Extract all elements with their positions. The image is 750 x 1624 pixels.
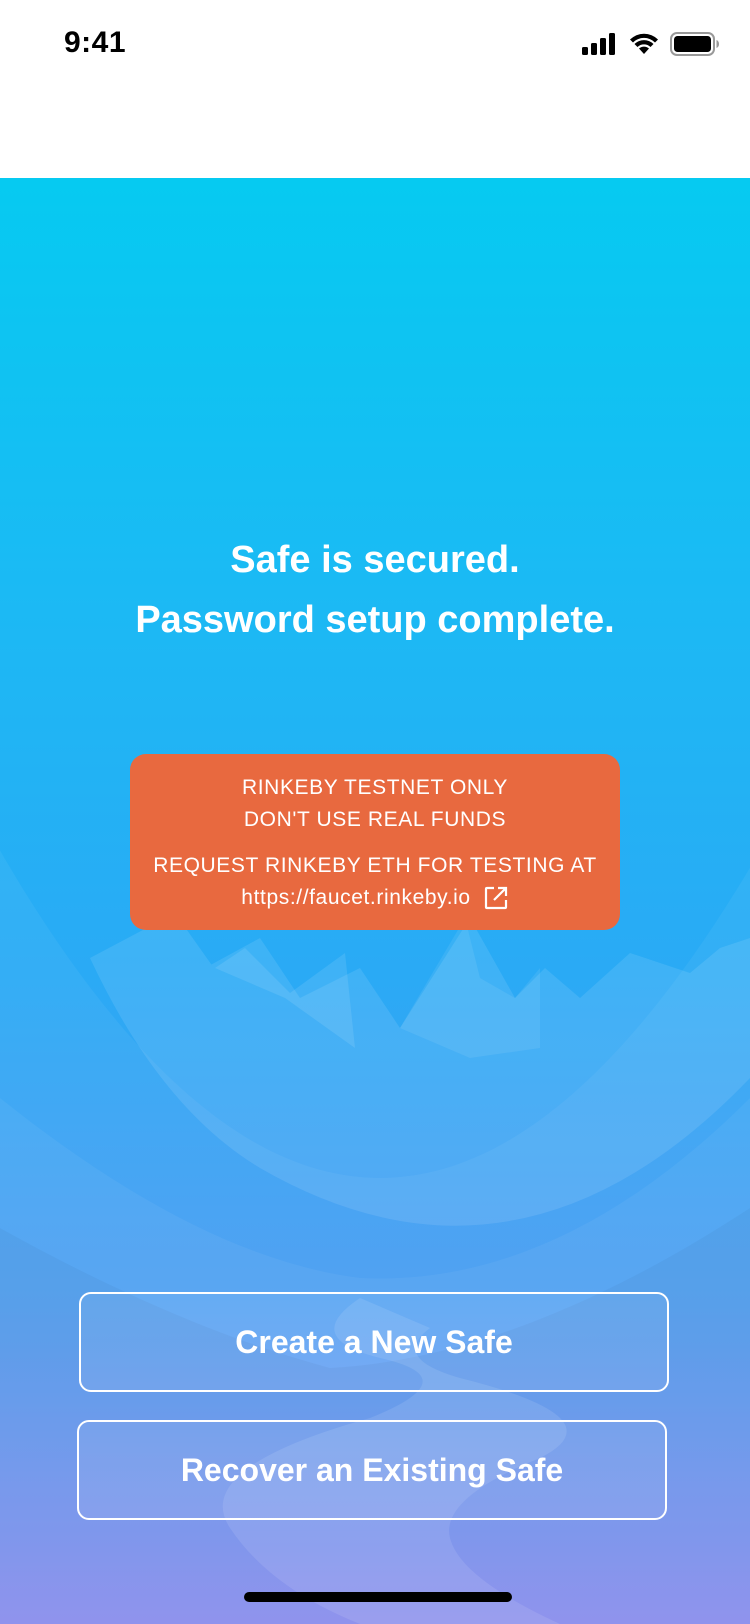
home-indicator[interactable] — [244, 1592, 512, 1602]
screen: 9:41 Safe is secured. Password setup com… — [0, 0, 750, 1624]
headline: Safe is secured. Password setup complete… — [0, 530, 750, 650]
status-time: 9:41 — [64, 26, 127, 59]
headline-line-1: Safe is secured. — [230, 539, 520, 581]
headline-line-2: Password setup complete. — [135, 599, 615, 641]
navigation-bar — [0, 92, 750, 178]
create-new-safe-button[interactable]: Create a New Safe — [79, 1292, 669, 1392]
faucet-link[interactable]: https://faucet.rinkeby.io — [241, 882, 508, 914]
banner-line-1: RINKEBY TESTNET ONLY — [241, 776, 509, 799]
status-icons — [582, 32, 720, 56]
battery-icon — [670, 32, 719, 56]
recover-existing-safe-button[interactable]: Recover an Existing Safe — [77, 1420, 667, 1520]
external-link-icon[interactable] — [483, 885, 509, 911]
faucet-link-text[interactable]: https://faucet.rinkeby.io — [241, 882, 470, 914]
signal-icon — [582, 33, 615, 55]
banner-line-3: REQUEST RINKEBY ETH FOR TESTING AT — [153, 854, 597, 877]
wifi-icon — [630, 33, 658, 54]
banner-line-2: DON'T USE REAL FUNDS — [243, 808, 507, 831]
status-bar: 9:41 — [0, 0, 750, 92]
hero-background: Safe is secured. Password setup complete… — [0, 178, 750, 1624]
testnet-warning-banner: RINKEBY TESTNET ONLY DON'T USE REAL FUND… — [130, 754, 620, 930]
